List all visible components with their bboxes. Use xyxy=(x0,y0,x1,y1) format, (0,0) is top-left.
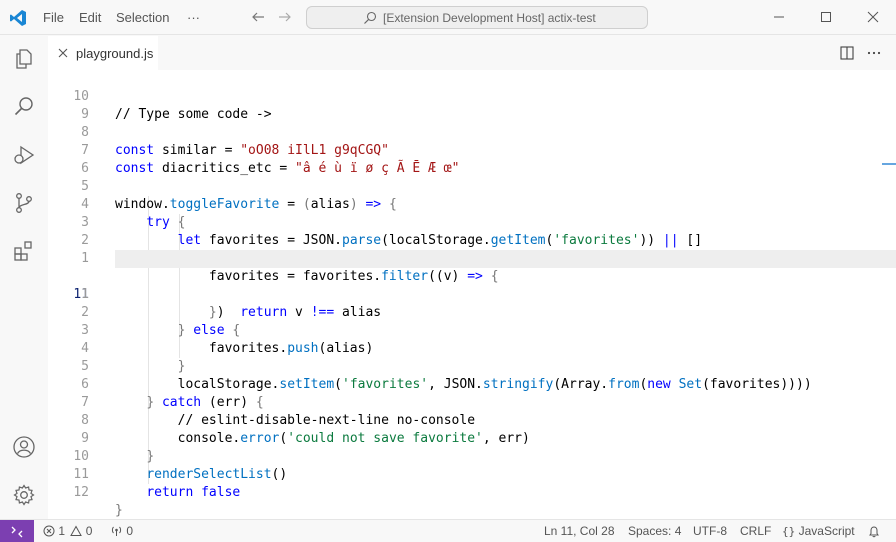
status-bar: 1 0 0 Ln 11, Col 28 Spaces: 4 UTF-8 CRLF… xyxy=(0,519,896,542)
more-actions-icon[interactable] xyxy=(866,45,882,61)
close-icon[interactable] xyxy=(57,47,69,59)
code-line: 10 // Type some code -> xyxy=(48,70,896,122)
code-line: 10 renderSelectList() xyxy=(48,430,896,482)
code-line: 1 }) xyxy=(48,268,896,320)
cursor-position[interactable]: Ln 11, Col 28 xyxy=(544,524,615,538)
forward-arrow-icon[interactable] xyxy=(277,9,293,25)
activity-bar xyxy=(0,35,48,519)
notifications-bell-icon[interactable] xyxy=(868,525,880,538)
code-line: 8 console.error('could not save favorite… xyxy=(48,394,896,446)
code-line: 4 } xyxy=(48,322,896,374)
problems-indicator[interactable]: 1 0 xyxy=(43,524,92,538)
search-icon[interactable] xyxy=(12,95,36,119)
code-line: 4 try { xyxy=(48,178,896,230)
menu-file[interactable]: File xyxy=(36,0,71,35)
line-code: return false xyxy=(146,485,241,500)
split-editor-icon[interactable] xyxy=(839,45,855,61)
extensions-icon[interactable] xyxy=(12,239,36,263)
error-icon xyxy=(43,525,55,537)
run-debug-icon[interactable] xyxy=(12,143,36,167)
code-line: 5 window.toggleFavorite = (alias) => { xyxy=(48,160,896,212)
code-line: 9 xyxy=(48,88,896,122)
close-window-icon[interactable] xyxy=(866,10,880,24)
warning-count: 0 xyxy=(85,524,93,538)
command-center[interactable]: [Extension Development Host] actix-test xyxy=(306,6,648,29)
tab-bar: playground.js xyxy=(48,35,896,70)
back-arrow-icon[interactable] xyxy=(250,9,266,25)
remote-indicator[interactable] xyxy=(0,520,34,542)
code-line: 7 // eslint-disable-next-line no-console xyxy=(48,376,896,428)
menu-selection[interactable]: Selection xyxy=(109,0,176,35)
current-line-highlight xyxy=(115,250,896,268)
ports-count: 0 xyxy=(126,524,134,538)
scrollbar-cursor-marker xyxy=(882,163,896,165)
code-line: 3 let favorites = JSON.parse(localStorag… xyxy=(48,196,896,248)
code-line: 11 return false xyxy=(48,448,896,500)
title-bar: File Edit Selection ··· [Extension Devel… xyxy=(0,0,896,35)
line-code: } xyxy=(115,503,123,518)
code-line: 3 favorites.push(alias) xyxy=(48,304,896,356)
maximize-icon[interactable] xyxy=(819,10,833,24)
code-line: 9 } xyxy=(48,412,896,464)
menu-edit[interactable]: Edit xyxy=(72,0,108,35)
code-line: 6 } catch (err) { xyxy=(48,358,896,410)
code-line: 1 favorites = favorites.filter((v) => { xyxy=(48,232,896,284)
code-line: 2 } else { xyxy=(48,286,896,338)
indentation-setting[interactable]: Spaces: 4 xyxy=(628,524,681,538)
gear-icon[interactable] xyxy=(12,483,36,507)
source-control-icon[interactable] xyxy=(12,191,36,215)
code-line: 2 if (favorites.indexOf(alias) > -40) { xyxy=(48,214,896,266)
command-center-text: [Extension Development Host] actix-test xyxy=(383,11,596,25)
braces-icon: {} xyxy=(782,525,796,538)
remote-icon xyxy=(11,526,23,538)
code-editor[interactable]: 10 // Type some code -> 9 8 const simila… xyxy=(48,70,896,519)
tab-playground-js[interactable]: playground.js xyxy=(48,35,158,70)
line-number: 12 xyxy=(73,485,89,500)
code-line: 5 localStorage.setItem('favorites', JSON… xyxy=(48,340,896,392)
broadcast-icon xyxy=(111,526,122,536)
code-line: 6 xyxy=(48,142,896,176)
account-icon[interactable] xyxy=(12,435,36,459)
explorer-icon[interactable] xyxy=(12,47,36,71)
code-line-current: 11 return v !== alias xyxy=(48,250,896,320)
menu-more[interactable]: ··· xyxy=(180,0,207,35)
ports-indicator[interactable]: 0 xyxy=(110,524,133,538)
vscode-logo-icon[interactable] xyxy=(9,9,27,27)
search-icon xyxy=(364,11,377,24)
code-line: 7 const diacritics_etc = "â é ù ï ø ç Ã … xyxy=(48,124,896,176)
tab-label: playground.js xyxy=(76,46,154,61)
language-mode[interactable]: {} JavaScript xyxy=(782,524,855,538)
code-line: 12 } xyxy=(48,466,896,518)
eol-setting[interactable]: CRLF xyxy=(740,524,771,538)
warning-icon xyxy=(70,525,83,536)
error-count: 1 xyxy=(58,524,66,538)
code-line: 8 const similar = "oO08 iIlL1 g9qCGQ" xyxy=(48,106,896,158)
language-label: JavaScript xyxy=(798,524,855,538)
minimize-icon[interactable] xyxy=(772,10,786,24)
encoding-setting[interactable]: UTF-8 xyxy=(693,524,727,538)
